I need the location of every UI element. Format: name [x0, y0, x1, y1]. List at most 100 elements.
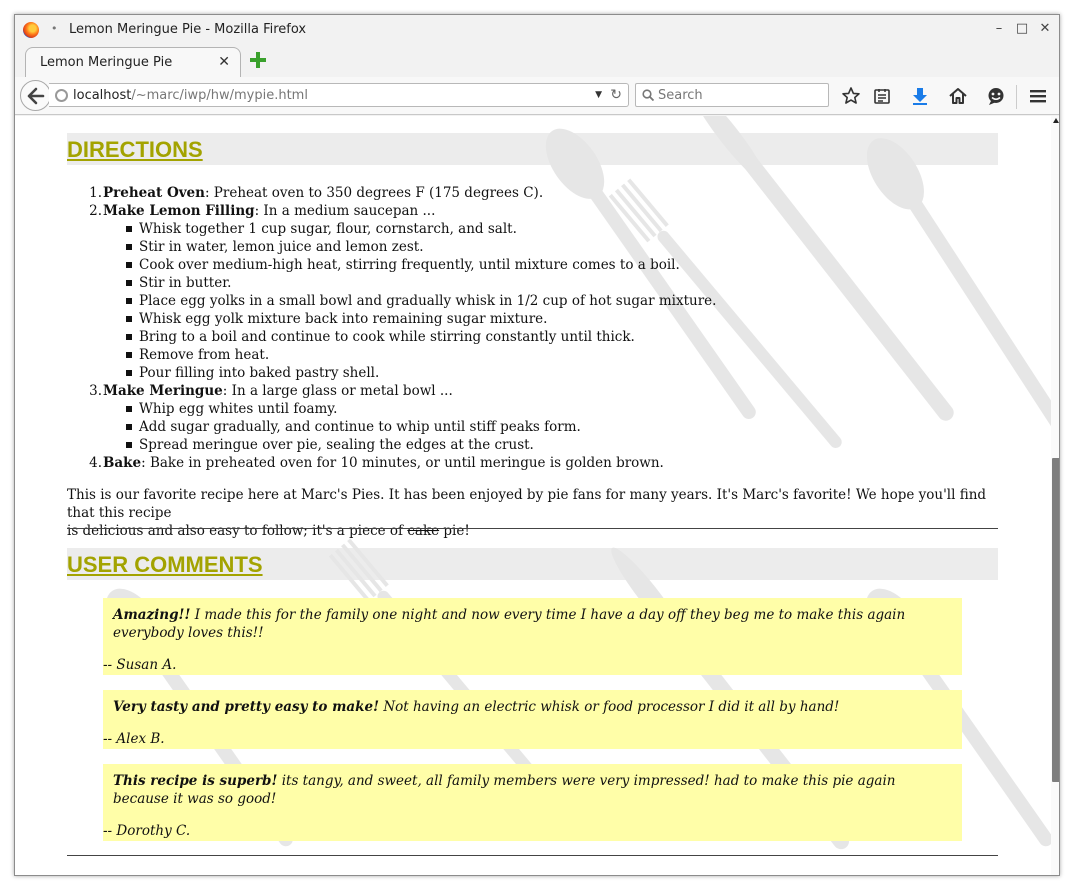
- search-bar[interactable]: [635, 83, 829, 107]
- sub-step: Place egg yolks in a small bowl and grad…: [67, 292, 987, 310]
- divider: [67, 855, 998, 856]
- tab-label: Lemon Meringue Pie: [40, 55, 173, 70]
- vertical-scrollbar[interactable]: [1051, 116, 1059, 875]
- toolbar-separator: [1016, 85, 1017, 109]
- window-title: Lemon Meringue Pie - Mozilla Firefox: [69, 22, 307, 37]
- bookmark-star-icon[interactable]: [841, 86, 861, 106]
- step-description: : In a large glass or metal bowl ...: [222, 383, 453, 399]
- tab-lemon-meringue-pie[interactable]: Lemon Meringue Pie ✕: [25, 47, 241, 77]
- comment-author: -- Alex B.: [103, 731, 165, 747]
- comment-title: Amazing!!: [113, 607, 191, 623]
- title-bar: • Lemon Meringue Pie - Mozilla Firefox –…: [15, 15, 1059, 45]
- url-bar[interactable]: localhost/~marc/iwp/hw/mypie.html ▼ ↻: [49, 83, 629, 107]
- menu-hamburger-icon[interactable]: [1028, 86, 1048, 106]
- step-number: 3.: [89, 383, 102, 399]
- sub-step: Bring to a boil and continue to cook whi…: [67, 328, 987, 346]
- directions-list: 1. Preheat Oven: Preheat oven to 350 deg…: [67, 184, 987, 472]
- sub-step: Stir in butter.: [67, 274, 987, 292]
- step-text: Preheat Oven: Preheat oven to 350 degree…: [103, 184, 543, 202]
- sub-step-text: Whip egg whites until foamy.: [139, 401, 338, 417]
- sub-step-text: Place egg yolks in a small bowl and grad…: [139, 293, 717, 309]
- comment-author: -- Dorothy C.: [103, 823, 191, 839]
- search-input[interactable]: [658, 87, 823, 104]
- url-host: localhost: [73, 88, 132, 103]
- home-icon[interactable]: [948, 86, 968, 106]
- sub-step: Spread meringue over pie, sealing the ed…: [67, 436, 987, 454]
- comment-body: Very tasty and pretty easy to make! Not …: [103, 690, 962, 716]
- tab-close-icon[interactable]: ✕: [218, 54, 230, 70]
- sub-step: Add sugar gradually, and continue to whi…: [67, 418, 987, 436]
- comment-body: Amazing!! I made this for the family one…: [103, 598, 962, 642]
- sub-step-text: Cook over medium-high heat, stirring fre…: [139, 257, 680, 273]
- step-title: Make Lemon Filling: [103, 203, 255, 219]
- download-arrow-icon[interactable]: [910, 86, 930, 106]
- comment-2: Very tasty and pretty easy to make! Not …: [103, 690, 962, 749]
- sub-step: Whisk together 1 cup sugar, flour, corns…: [67, 220, 987, 238]
- sub-step-text: Pour filling into baked pastry shell.: [139, 365, 380, 381]
- firefox-logo-icon: [23, 22, 39, 38]
- title-dot: •: [51, 22, 58, 35]
- minimize-button[interactable]: –: [991, 21, 1007, 37]
- directions-heading: DIRECTIONS: [67, 133, 998, 165]
- step-text: Make Meringue: In a large glass or metal…: [103, 382, 453, 400]
- step-text: Make Lemon Filling: In a medium saucepan…: [103, 202, 435, 220]
- browser-window: • Lemon Meringue Pie - Mozilla Firefox –…: [14, 14, 1060, 876]
- comment-title: Very tasty and pretty easy to make!: [113, 699, 380, 715]
- sub-step: Cook over medium-high heat, stirring fre…: [67, 256, 987, 274]
- tab-strip: Lemon Meringue Pie ✕: [15, 45, 1059, 77]
- step-2: 2. Make Lemon Filling: In a medium sauce…: [67, 202, 987, 220]
- comment-text: Not having an electric whisk or food pro…: [379, 699, 840, 715]
- step-description: : Preheat oven to 350 degrees F (175 deg…: [204, 185, 544, 201]
- step-number: 2.: [89, 203, 102, 219]
- sub-step-text: Whisk together 1 cup sugar, flour, corns…: [139, 221, 517, 237]
- intro-line-1: This is our favorite recipe here at Marc…: [67, 487, 987, 521]
- new-tab-icon[interactable]: [249, 51, 267, 69]
- comment-title: This recipe is superb!: [113, 773, 278, 789]
- step-title: Preheat Oven: [103, 185, 205, 201]
- comment-3: This recipe is superb! its tangy, and sw…: [103, 764, 962, 841]
- reading-list-icon[interactable]: [872, 86, 892, 106]
- sub-step: Stir in water, lemon juice and lemon zes…: [67, 238, 987, 256]
- intro-text: is delicious and also easy to follow; it…: [67, 523, 408, 539]
- sub-step: Remove from heat.: [67, 346, 987, 364]
- sub-step-text: Stir in butter.: [139, 275, 232, 291]
- page-viewport: DIRECTIONS 1. Preheat Oven: Preheat oven…: [15, 116, 1051, 875]
- comment-text: I made this for the family one night and…: [113, 607, 906, 641]
- sub-step: Whisk egg yolk mixture back into remaini…: [67, 310, 987, 328]
- step-title: Bake: [103, 455, 142, 471]
- comment-1: Amazing!! I made this for the family one…: [103, 598, 962, 675]
- sub-step-text: Spread meringue over pie, sealing the ed…: [139, 437, 534, 453]
- step-description: : In a medium saucepan ...: [254, 203, 436, 219]
- sub-step-text: Add sugar gradually, and continue to whi…: [139, 419, 581, 435]
- globe-icon: [55, 89, 68, 102]
- struck-word: cake: [407, 523, 440, 539]
- close-button[interactable]: ✕: [1037, 21, 1053, 37]
- intro-paragraph: This is our favorite recipe here at Marc…: [67, 486, 999, 540]
- comment-author: -- Susan A.: [103, 657, 177, 673]
- step-text: Bake: Bake in preheated oven for 10 minu…: [103, 454, 664, 472]
- step-number: 1.: [89, 185, 102, 201]
- intro-line-2: is delicious and also easy to follow; it…: [67, 522, 999, 540]
- maximize-button[interactable]: □: [1014, 21, 1030, 37]
- url-dropdown-icon[interactable]: ▼: [595, 90, 602, 100]
- sub-step-text: Remove from heat.: [139, 347, 270, 363]
- back-arrow-icon: [27, 87, 45, 105]
- url-path: /~marc/iwp/hw/mypie.html: [131, 88, 308, 103]
- step-1: 1. Preheat Oven: Preheat oven to 350 deg…: [67, 184, 987, 202]
- sub-step: Pour filling into baked pastry shell.: [67, 364, 987, 382]
- sub-step: Whip egg whites until foamy.: [67, 400, 987, 418]
- step-4: 4. Bake: Bake in preheated oven for 10 m…: [67, 454, 987, 472]
- navigation-bar: localhost/~marc/iwp/hw/mypie.html ▼ ↻: [15, 77, 1059, 115]
- chat-bubble-icon[interactable]: [986, 86, 1006, 106]
- back-button[interactable]: [20, 80, 51, 111]
- comment-body: This recipe is superb! its tangy, and sw…: [103, 764, 962, 808]
- step-description: : Bake in preheated oven for 10 minutes,…: [141, 455, 664, 471]
- step-title: Make Meringue: [103, 383, 223, 399]
- scroll-up-icon[interactable]: [1053, 118, 1059, 123]
- sub-step-text: Whisk egg yolk mixture back into remaini…: [139, 311, 548, 327]
- intro-text-end: pie!: [439, 523, 470, 539]
- step-number: 4.: [89, 455, 102, 471]
- scroll-thumb[interactable]: [1052, 458, 1059, 782]
- reload-icon[interactable]: ↻: [610, 87, 622, 103]
- url-text[interactable]: localhost/~marc/iwp/hw/mypie.html: [73, 88, 308, 103]
